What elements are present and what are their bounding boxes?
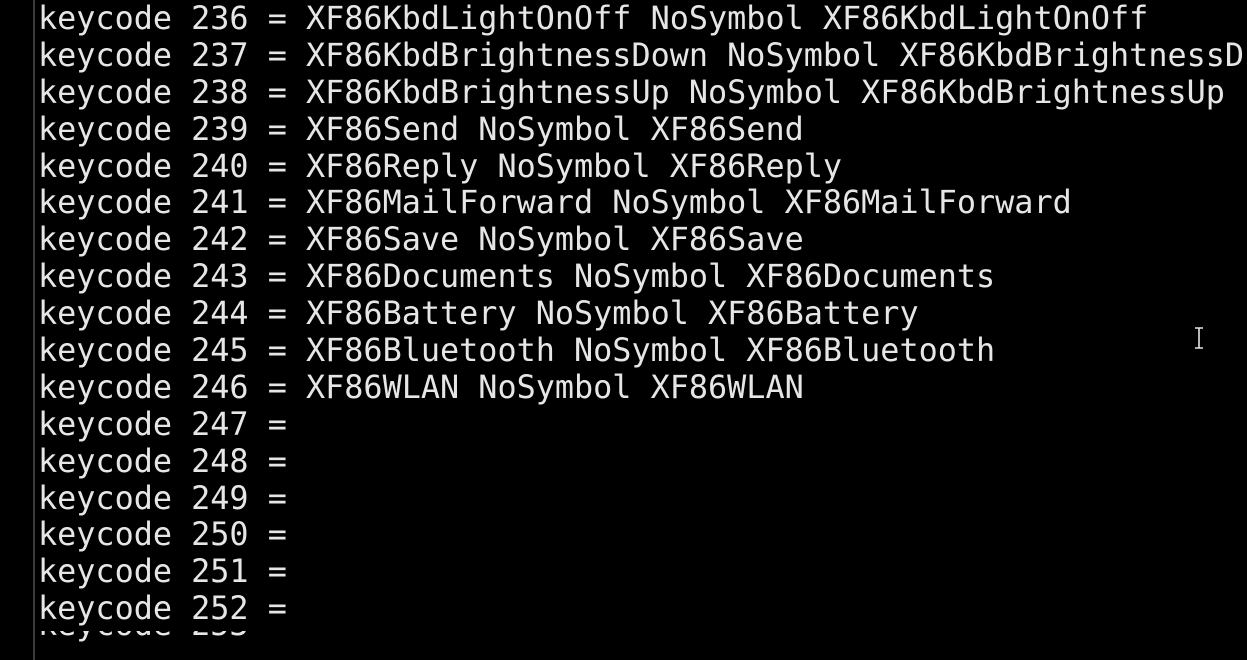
terminal-line: keycode 243 = XF86Documents NoSymbol XF8… [38, 258, 996, 296]
terminal-line: keycode 250 = [38, 516, 287, 554]
terminal-partial-line: keycode 253 [38, 631, 249, 643]
terminal-line: keycode 252 = [38, 590, 287, 628]
terminal-line: keycode 240 = XF86Reply NoSymbol XF86Rep… [38, 147, 843, 185]
terminal-window[interactable]: keycode 236 = XF86KbdLightOnOff NoSymbol… [0, 0, 1247, 660]
terminal-line: keycode 251 = [38, 553, 287, 591]
terminal-partial-line-clip: keycode 253 [38, 631, 249, 643]
terminal-line: keycode 237 = XF86KbdBrightnessDown NoSy… [38, 36, 1245, 74]
terminal-left-border [33, 0, 35, 660]
terminal-line: keycode 238 = XF86KbdBrightnessUp NoSymb… [38, 73, 1225, 111]
terminal-line: keycode 239 = XF86Send NoSymbol XF86Send [38, 110, 804, 148]
terminal-line: keycode 247 = [38, 405, 287, 443]
terminal-line: keycode 246 = XF86WLAN NoSymbol XF86WLAN [38, 368, 804, 406]
text-cursor-ibeam-icon [1195, 327, 1203, 349]
terminal-output[interactable]: keycode 236 = XF86KbdLightOnOff NoSymbol… [38, 0, 1245, 628]
terminal-line: keycode 244 = XF86Battery NoSymbol XF86B… [38, 295, 919, 333]
terminal-line: keycode 241 = XF86MailForward NoSymbol X… [38, 184, 1072, 222]
terminal-line: keycode 245 = XF86Bluetooth NoSymbol XF8… [38, 332, 996, 370]
terminal-line: keycode 249 = [38, 479, 287, 517]
terminal-line: keycode 248 = [38, 442, 287, 480]
terminal-line: keycode 236 = XF86KbdLightOnOff NoSymbol… [38, 0, 1149, 37]
terminal-line: keycode 242 = XF86Save NoSymbol XF86Save [38, 221, 804, 259]
